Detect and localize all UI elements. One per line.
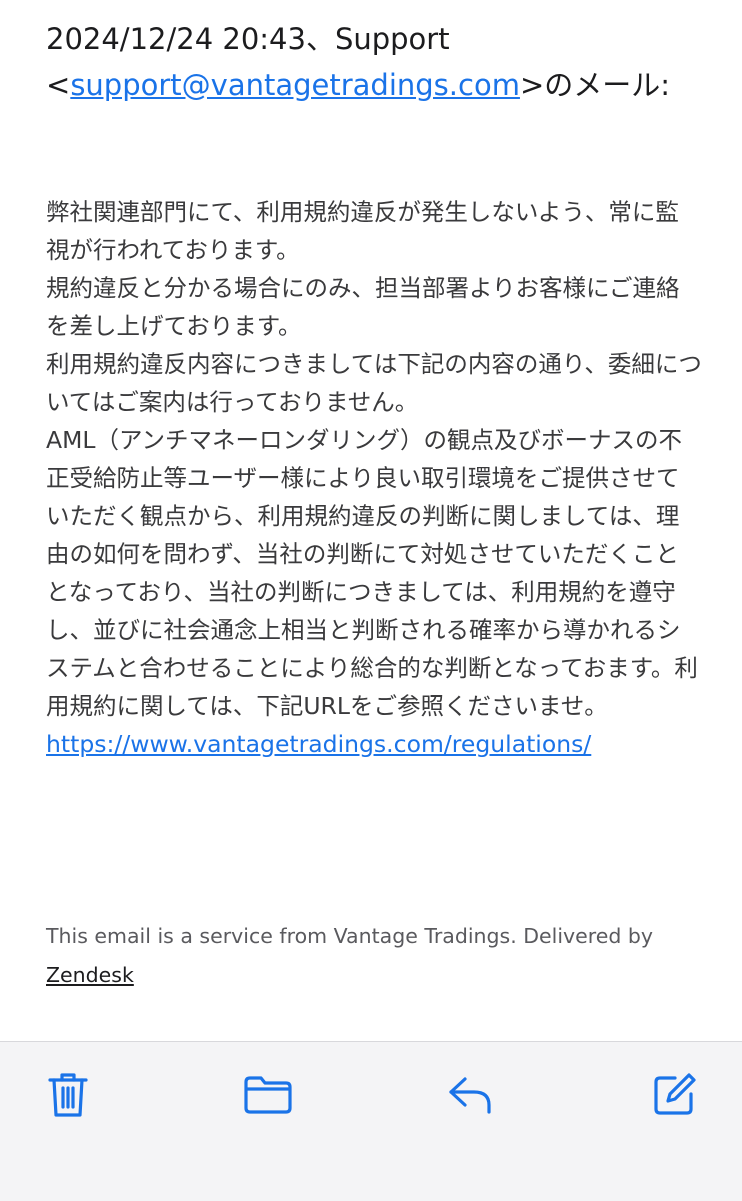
folder-icon xyxy=(243,1075,293,1115)
reply-icon xyxy=(446,1075,494,1115)
body-paragraph: 弊社関連部門にて、利用規約違反が発生しないよう、常に監視が行われております。 xyxy=(46,198,679,264)
reply-button[interactable] xyxy=(442,1067,498,1123)
quoted-header: 2024/12/24 20:43、Support <support@vantag… xyxy=(46,16,696,108)
bottom-toolbar xyxy=(0,1041,742,1201)
compose-icon xyxy=(651,1072,697,1118)
delete-button[interactable] xyxy=(40,1067,96,1123)
quoted-header-suffix: >のメール: xyxy=(519,68,671,102)
footer-text: This email is a service from Vantage Tra… xyxy=(46,924,654,948)
zendesk-link[interactable]: Zendesk xyxy=(46,963,134,987)
body-paragraph: 規約違反と分かる場合にのみ、担当部署よりお客様にご連絡を差し上げております。 xyxy=(46,274,680,340)
move-to-folder-button[interactable] xyxy=(240,1067,296,1123)
email-footer: This email is a service from Vantage Tra… xyxy=(46,917,706,995)
regulations-link[interactable]: https://www.vantagetradings.com/regulati… xyxy=(46,730,591,758)
email-body: 弊社関連部門にて、利用規約違反が発生しないよう、常に監視が行われております。 規… xyxy=(46,193,702,763)
compose-button[interactable] xyxy=(646,1067,702,1123)
trash-icon xyxy=(46,1070,90,1120)
body-paragraph: 利用規約違反内容につきましては下記の内容の通り、委細についてはご案内は行っており… xyxy=(46,350,702,416)
body-paragraph: AML（アンチマネーロンダリング）の観点及びボーナスの不正受給防止等ユーザー様に… xyxy=(46,426,698,720)
sender-email-link[interactable]: support@vantagetradings.com xyxy=(70,68,520,102)
